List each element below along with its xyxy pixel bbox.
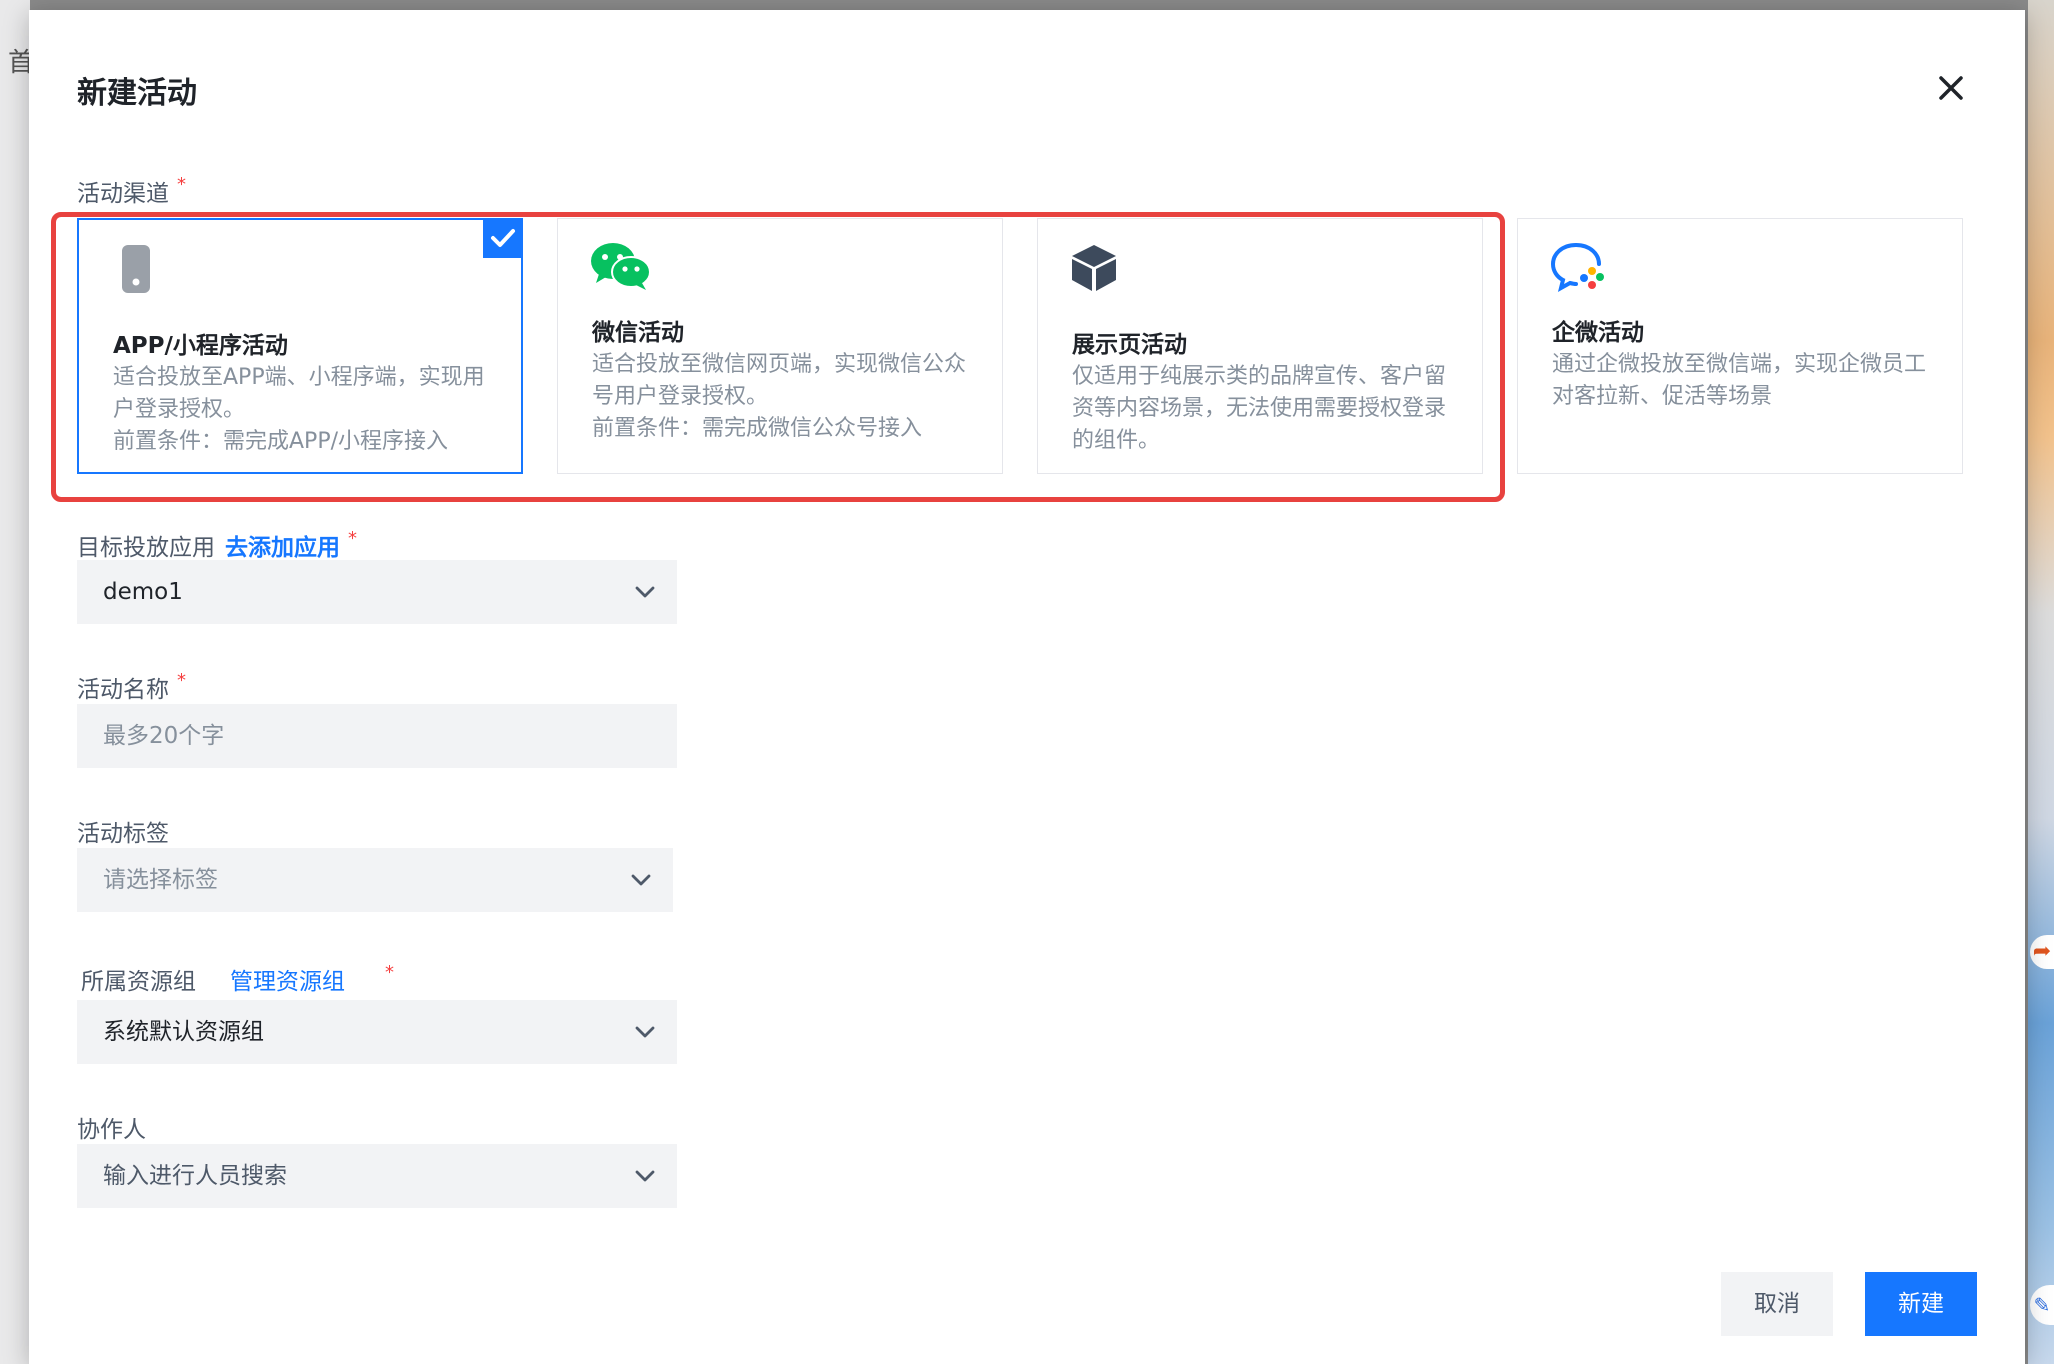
share-icon[interactable]: ➦ [2030,935,2054,969]
activity-tag-select[interactable]: 请选择标签 [77,848,673,912]
card-title: 企微活动 [1552,320,1644,346]
phone-icon [121,244,151,298]
channel-label: 活动渠道 * [77,174,186,208]
channel-card-app[interactable]: APP/小程序活动 适合投放至APP端、小程序端，实现用户登录授权。 前置条件：… [77,218,523,474]
target-app-label-text: 目标投放应用 [77,535,215,561]
chevron-down-icon [635,1170,655,1182]
required-mark: * [177,174,186,195]
target-app-value: demo1 [103,579,183,605]
channel-card-display[interactable]: 展示页活动 仅适用于纯展示类的品牌宣传、客户留资等内容场景，无法使用需要授权登录… [1037,218,1483,474]
required-mark: * [348,528,357,549]
wecom-icon [1550,241,1610,297]
manage-resource-group-link[interactable]: 管理资源组 [230,969,345,995]
activity-tag-label-text: 活动标签 [77,821,169,847]
card-description: 仅适用于纯展示类的品牌宣传、客户留资等内容场景，无法使用需要授权登录的组件。 [1072,364,1447,453]
background-page: 首 [0,0,34,1364]
card-title: 展示页活动 [1072,332,1187,358]
card-condition: 前置条件：需完成微信公众号接入 [592,416,923,441]
cube-icon [1070,243,1118,297]
target-app-select[interactable]: demo1 [77,560,677,624]
activity-tag-placeholder: 请选择标签 [103,867,218,893]
card-description: 适合投放至APP端、小程序端，实现用户登录授权。 [113,365,485,422]
collaborator-select[interactable]: 输入进行人员搜索 [77,1144,677,1208]
card-title: 微信活动 [592,320,684,346]
new-activity-dialog: 新建活动 活动渠道 * APP/小程序活动 适合投放至APP端、小程序端，实现用户 [29,10,2025,1364]
channel-card-wechat[interactable]: 微信活动 适合投放至微信网页端，实现微信公众号用户登录授权。 前置条件：需完成微… [557,218,1003,474]
required-mark: * [385,962,394,983]
card-condition: 前置条件：需完成APP/小程序接入 [113,429,448,454]
resource-group-select[interactable]: 系统默认资源组 [77,1000,677,1064]
channel-label-text: 活动渠道 [77,181,169,207]
collaborator-label: 协作人 [77,1110,146,1144]
channel-card-wecom[interactable]: 企微活动 通过企微投放至微信端，实现企微员工对客拉新、促活等场景 [1517,218,1963,474]
chevron-down-icon [635,586,655,598]
chevron-down-icon [635,1026,655,1038]
card-title: APP/小程序活动 [113,333,288,359]
target-app-label: 目标投放应用 去添加应用 * [77,528,357,562]
activity-name-label-text: 活动名称 [77,677,169,703]
close-icon[interactable] [1931,68,1971,108]
resource-group-label-text: 所属资源组 [81,969,196,995]
wechat-icon [590,241,652,297]
create-button[interactable]: 新建 [1865,1272,1977,1336]
collaborator-placeholder: 输入进行人员搜索 [103,1163,287,1189]
selected-check-icon [483,218,523,258]
cancel-button[interactable]: 取消 [1721,1272,1833,1336]
card-description: 适合投放至微信网页端，实现微信公众号用户登录授权。 [592,352,967,409]
resource-group-value: 系统默认资源组 [103,1019,264,1045]
dialog-title: 新建活动 [77,76,197,111]
chevron-down-icon [631,874,651,886]
activity-tag-label: 活动标签 [77,814,169,848]
card-description: 通过企微投放至微信端，实现企微员工对客拉新、促活等场景 [1552,352,1927,409]
required-mark: * [177,670,186,691]
background-banner [2028,0,2054,1364]
activity-name-label: 活动名称 * [77,670,186,704]
activity-name-input[interactable] [77,704,677,768]
collaborator-label-text: 协作人 [77,1117,146,1143]
resource-group-label: 所属资源组 管理资源组 * [81,962,394,996]
add-app-link[interactable]: 去添加应用 [225,535,340,561]
